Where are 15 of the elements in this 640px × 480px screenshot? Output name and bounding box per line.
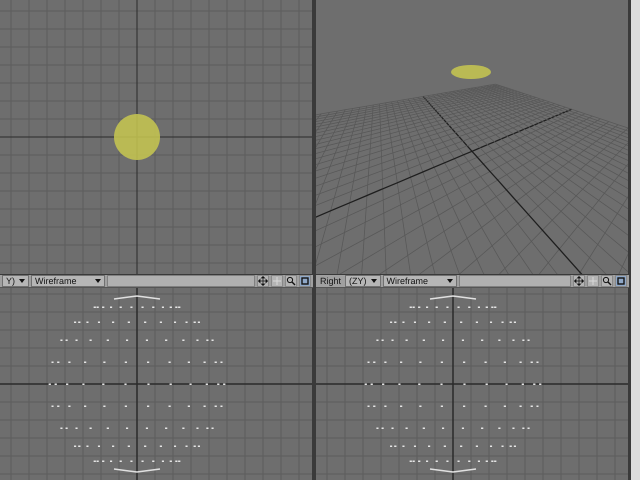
- search-icon[interactable]: [601, 275, 613, 287]
- dropdown-arrow-icon: [370, 279, 377, 283]
- move-icon[interactable]: [573, 275, 585, 287]
- render-mode-dropdown[interactable]: Wireframe: [31, 275, 105, 287]
- move-icon[interactable]: [257, 275, 269, 287]
- dropdown-arrow-icon: [95, 279, 101, 283]
- view-axis-dropdown[interactable]: (ZY): [345, 275, 381, 287]
- render-mode-dropdown[interactable]: Wireframe: [382, 275, 457, 287]
- maximize-icon[interactable]: [299, 275, 311, 287]
- view-label: Right: [319, 276, 342, 286]
- maximize-icon[interactable]: [615, 275, 627, 287]
- view-axis-dropdown[interactable]: Y): [2, 275, 29, 287]
- dropdown-arrow-icon: [19, 279, 25, 283]
- dropdown-arrow-icon: [446, 279, 453, 283]
- search-icon[interactable]: [285, 275, 297, 287]
